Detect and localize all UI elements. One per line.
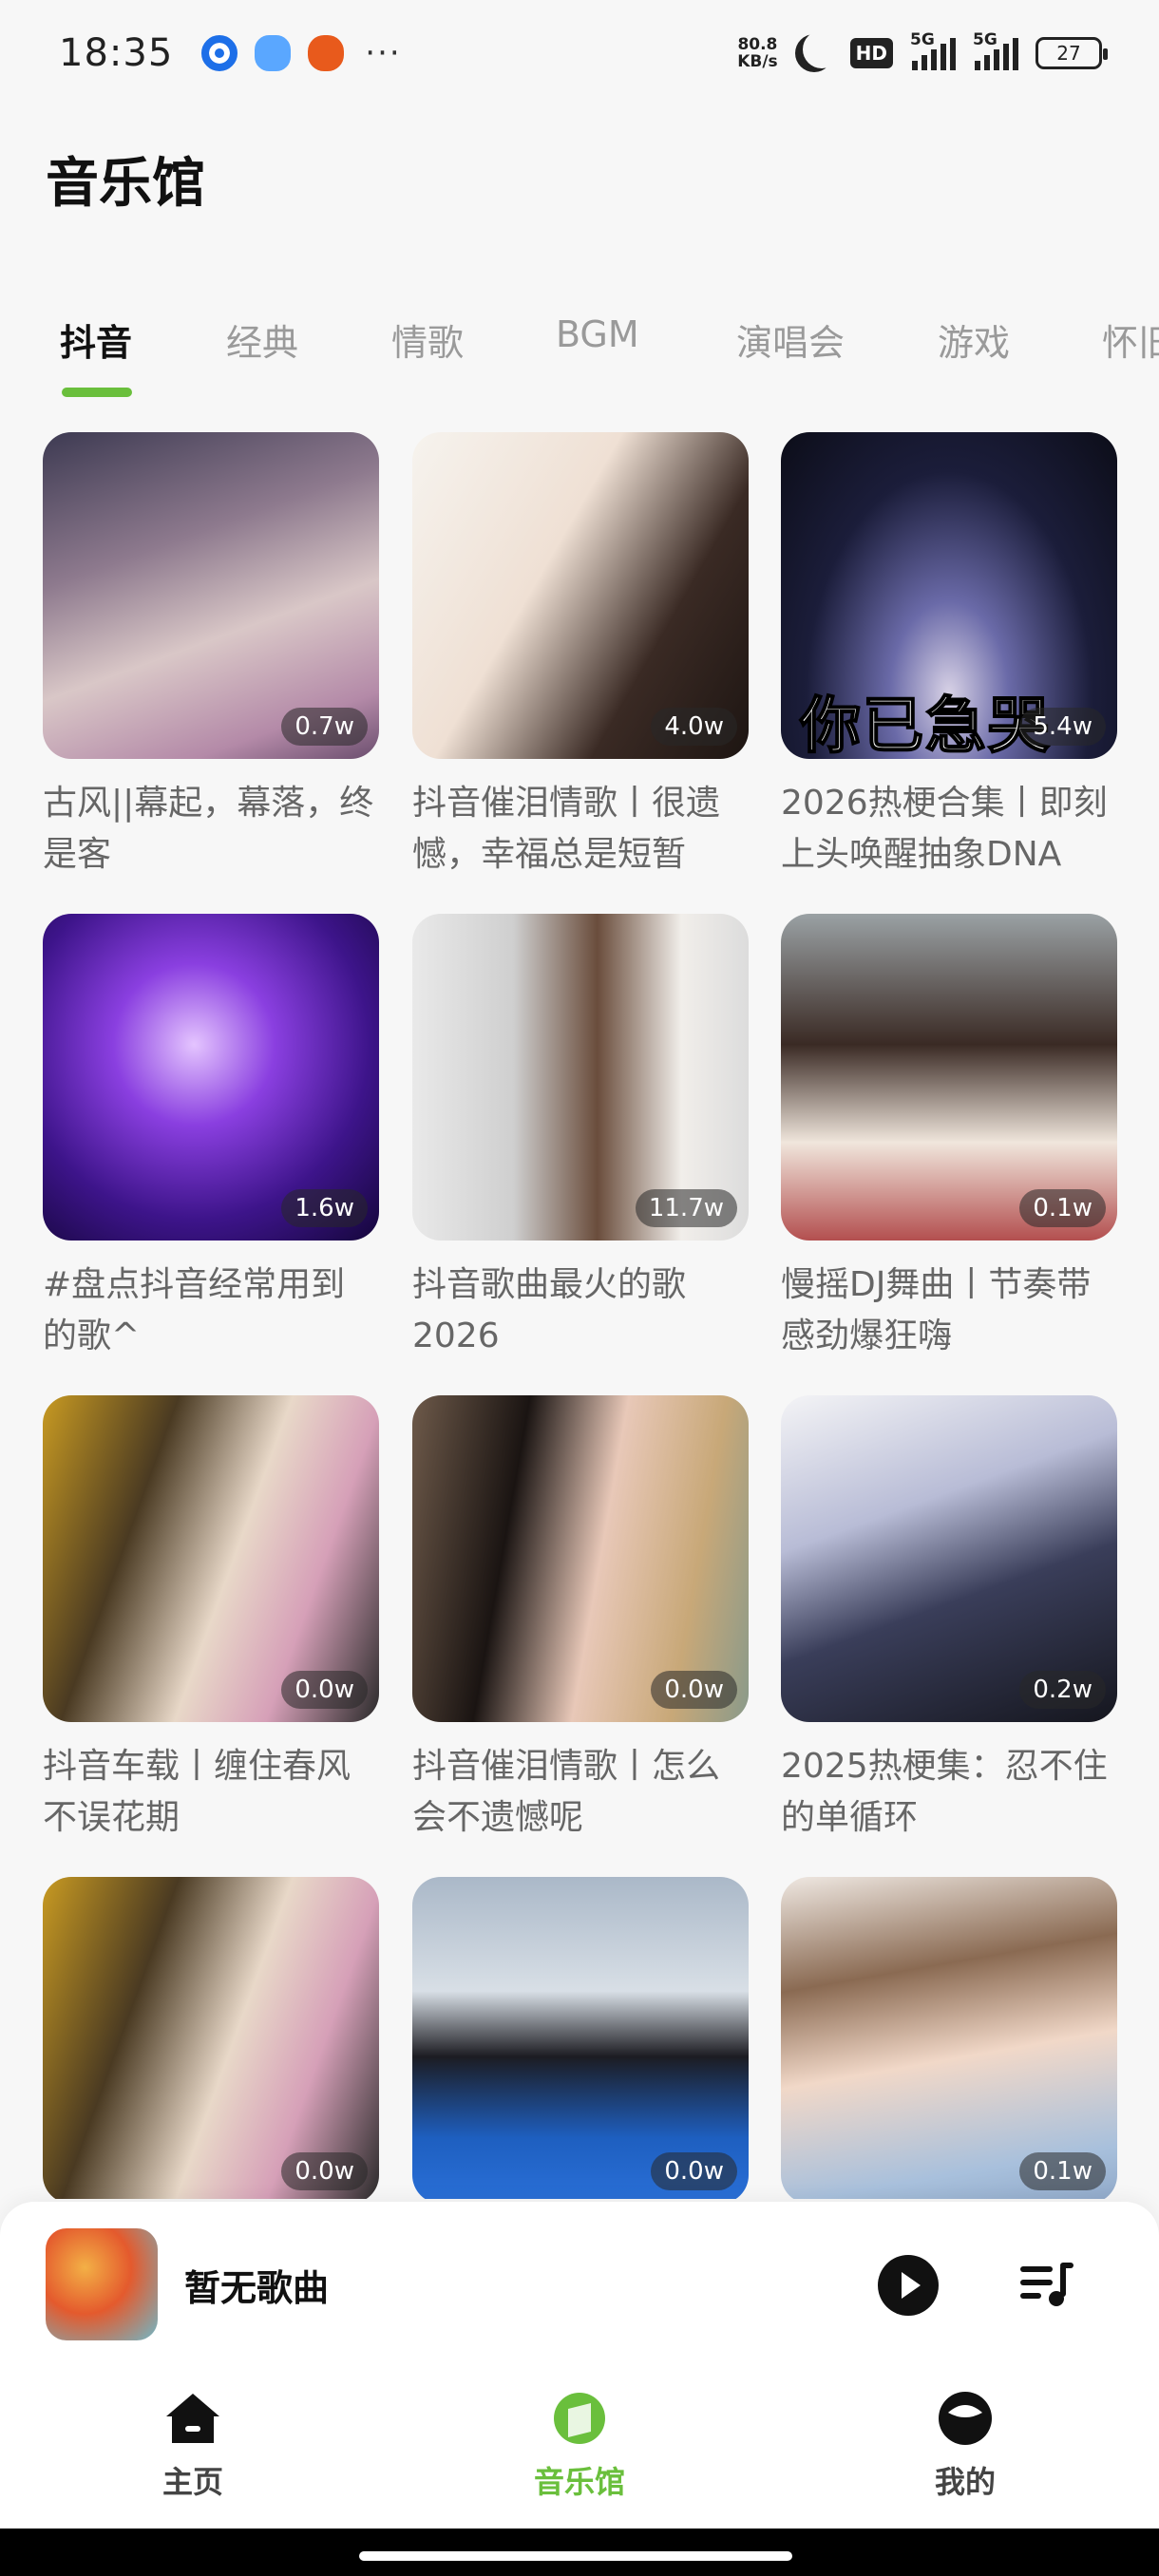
play-button[interactable] bbox=[878, 2255, 939, 2316]
nav-label: 主页 bbox=[162, 2464, 223, 2500]
signal-icon: 5G bbox=[910, 30, 956, 70]
category-tabs: 抖音 经典 情歌 BGM 演唱会 游戏 怀旧 bbox=[0, 304, 1159, 399]
cloud-app-icon bbox=[255, 35, 292, 71]
system-gesture-area bbox=[0, 2529, 1159, 2576]
playlist-title: 慢摇DJ舞曲丨节奏带感劲爆狂嗨 bbox=[781, 1265, 1092, 1355]
play-count: 0.1w bbox=[1019, 2152, 1106, 2190]
playlist-card[interactable]: 0.2w 2025热梗集：忍不住的单循环 bbox=[781, 1395, 1117, 1844]
playlist-title: 抖音歌曲最火的歌2026 bbox=[412, 1265, 687, 1355]
playlist-title: 2025热梗集：忍不住的单循环 bbox=[781, 1747, 1108, 1837]
nav-home[interactable]: 主页 bbox=[98, 2390, 288, 2502]
playlist-card[interactable]: 0.0w bbox=[43, 1877, 379, 2199]
tab-douyin[interactable]: 抖音 bbox=[60, 313, 132, 366]
hd-voice-icon: HD bbox=[849, 38, 893, 68]
signal-icon: 5G bbox=[973, 30, 1018, 70]
tab-love-songs[interactable]: 情歌 bbox=[391, 313, 464, 366]
playlist-card[interactable]: 0.0w 抖音车载丨缠住春风不误花期 bbox=[43, 1395, 379, 1844]
do-not-disturb-icon bbox=[803, 30, 841, 68]
nav-label: 我的 bbox=[934, 2464, 996, 2500]
playlist-icon bbox=[1020, 2263, 1074, 2306]
album-art[interactable] bbox=[46, 2228, 158, 2340]
play-count: 11.7w bbox=[635, 1189, 737, 1227]
playlist-title: 抖音车载丨缠住春风不误花期 bbox=[43, 1747, 352, 1837]
network-speed: 80.8 KB/s bbox=[737, 35, 778, 71]
playlist-cover: 1.6w bbox=[43, 914, 379, 1241]
playlist-card[interactable]: 11.7w 抖音歌曲最火的歌2026 bbox=[412, 914, 749, 1362]
playlist-card[interactable]: 1.6w #盘点抖音经常用到的歌^ bbox=[43, 914, 379, 1362]
status-time: 18:35 bbox=[59, 31, 174, 75]
play-count: 0.7w bbox=[281, 708, 368, 746]
music-hall-icon bbox=[549, 2390, 610, 2447]
more-notifications-icon: ··· bbox=[365, 34, 402, 72]
playlist-cover: 11.7w bbox=[412, 914, 749, 1241]
status-system-icons: 80.8 KB/s HD 5G 5G 27 bbox=[737, 30, 1108, 72]
play-count: 0.0w bbox=[651, 1671, 737, 1709]
play-count: 5.4w bbox=[1019, 708, 1106, 746]
playlist-cover: 0.0w bbox=[412, 1395, 749, 1722]
play-count: 1.6w bbox=[281, 1189, 368, 1227]
playlist-title: 抖音催泪情歌丨很遗憾，幸福总是短暂 bbox=[412, 784, 721, 874]
play-count: 0.0w bbox=[281, 1671, 368, 1709]
playlist-title: #盘点抖音经常用到的歌^ bbox=[43, 1265, 346, 1355]
playlist-title: 古风||幕起，幕落，终是客 bbox=[43, 784, 374, 874]
page-title: 音乐馆 bbox=[46, 153, 205, 215]
status-bar: 18:35 ··· 80.8 KB/s HD 5G 5G 27 bbox=[0, 0, 1159, 106]
tab-bgm[interactable]: BGM bbox=[556, 313, 639, 355]
home-icon bbox=[162, 2390, 223, 2447]
nav-profile[interactable]: 我的 bbox=[870, 2390, 1060, 2502]
status-notification-icons: ··· bbox=[201, 34, 401, 72]
app-notification-icon bbox=[201, 35, 238, 71]
battery-icon: 27 bbox=[1036, 37, 1108, 69]
playlist-cover: 你已急哭 5.4w bbox=[781, 432, 1117, 759]
playlist-cover: 0.1w bbox=[781, 914, 1117, 1241]
play-count: 0.1w bbox=[1019, 1189, 1106, 1227]
playlist-cover: 4.0w bbox=[412, 432, 749, 759]
tab-games[interactable]: 游戏 bbox=[938, 313, 1010, 366]
now-playing-title: 暂无歌曲 bbox=[184, 2267, 330, 2309]
playlist-title: 抖音催泪情歌丨怎么会不遗憾呢 bbox=[412, 1747, 721, 1837]
play-count: 0.0w bbox=[651, 2152, 737, 2190]
playlist-card[interactable]: 0.0w bbox=[412, 1877, 749, 2199]
playlist-cover: 0.0w bbox=[43, 1877, 379, 2199]
play-count: 0.2w bbox=[1019, 1671, 1106, 1709]
playlist-card[interactable]: 4.0w 抖音催泪情歌丨很遗憾，幸福总是短暂 bbox=[412, 432, 749, 881]
playlist-card[interactable]: 你已急哭 5.4w 2026热梗合集丨即刻上头唤醒抽象DNA bbox=[781, 432, 1117, 881]
playlist-card[interactable]: 0.1w bbox=[781, 1877, 1117, 2199]
tab-concert[interactable]: 演唱会 bbox=[736, 313, 845, 366]
playlist-card[interactable]: 0.1w 慢摇DJ舞曲丨节奏带感劲爆狂嗨 bbox=[781, 914, 1117, 1362]
playlist-title: 2026热梗合集丨即刻上头唤醒抽象DNA bbox=[781, 784, 1108, 874]
bottom-navigation: 主页 音乐馆 我的 bbox=[0, 2363, 1159, 2529]
tab-nostalgia[interactable]: 怀旧 bbox=[1102, 313, 1159, 366]
nav-music-hall[interactable]: 音乐馆 bbox=[484, 2390, 674, 2502]
mini-player[interactable]: 暂无歌曲 bbox=[0, 2202, 1159, 2363]
cover-caption: 你已急哭 bbox=[799, 691, 1051, 759]
playlist-cover: 0.0w bbox=[412, 1877, 749, 2199]
playlist-cover: 0.1w bbox=[781, 1877, 1117, 2199]
profile-icon bbox=[935, 2390, 996, 2447]
playlist-cover: 0.2w bbox=[781, 1395, 1117, 1722]
playlist-queue-button[interactable] bbox=[1016, 2259, 1077, 2312]
playlist-cover: 0.7w bbox=[43, 432, 379, 759]
nav-label: 音乐馆 bbox=[533, 2464, 625, 2500]
playlist-card[interactable]: 0.7w 古风||幕起，幕落，终是客 bbox=[43, 432, 379, 881]
playlist-card[interactable]: 0.0w 抖音催泪情歌丨怎么会不遗憾呢 bbox=[412, 1395, 749, 1844]
home-indicator[interactable] bbox=[359, 2551, 792, 2561]
playlist-cover: 0.0w bbox=[43, 1395, 379, 1722]
tab-classic[interactable]: 经典 bbox=[226, 313, 298, 366]
pumpkin-app-icon bbox=[308, 35, 345, 71]
active-tab-indicator bbox=[62, 388, 132, 397]
play-count: 4.0w bbox=[651, 708, 737, 746]
play-count: 0.0w bbox=[281, 2152, 368, 2190]
playlist-grid: 0.7w 古风||幕起，幕落，终是客 4.0w 抖音催泪情歌丨很遗憾，幸福总是短… bbox=[0, 432, 1159, 2199]
